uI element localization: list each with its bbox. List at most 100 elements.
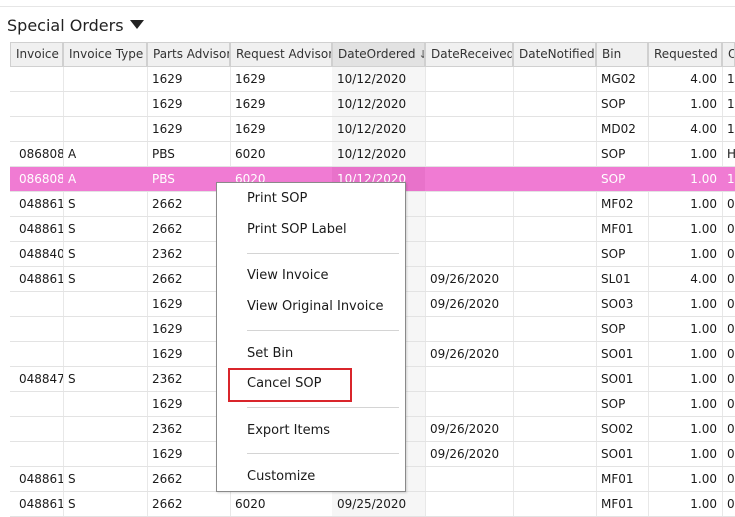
table-row[interactable]: 1629 1629 10/12/2020 SOP 1.00 1:: [10, 92, 735, 117]
cell-type: [63, 317, 147, 341]
table-row[interactable]: 1629 1629 10/12/2020 MG02 4.00 1:: [10, 67, 735, 92]
cell-ordered: 10/12/2020: [332, 92, 425, 116]
cell-parts: 1629: [152, 122, 183, 136]
cell-notified: [513, 292, 596, 316]
cell-bin: SOP: [601, 147, 626, 161]
cell-parts: PBS: [152, 147, 175, 161]
cell-bin: SO01: [601, 347, 634, 361]
cell-o: 1:: [727, 97, 735, 111]
cell-invoice: [10, 392, 63, 416]
cell-requested: 1.00: [690, 447, 717, 461]
cell-received: [425, 167, 513, 191]
cell-notified: [513, 67, 596, 91]
cell-ordered: 10/12/2020: [332, 117, 425, 141]
menu-item-set-bin[interactable]: Set Bin: [247, 346, 293, 361]
cell-notified: [513, 417, 596, 441]
column-header-label: Requested: [654, 47, 718, 61]
cell-notified: [513, 467, 596, 491]
column-header-invoice-type[interactable]: Invoice Type: [63, 42, 147, 67]
cell-type: S: [68, 247, 76, 261]
cell-received: 09/26/2020: [430, 347, 500, 361]
cell-type: S: [68, 372, 76, 386]
cell-request: 1629: [235, 97, 266, 111]
cell-o: 1:: [727, 122, 735, 136]
section-title[interactable]: Special Orders: [7, 16, 144, 35]
cell-requested: 1.00: [690, 247, 717, 261]
column-header-bin[interactable]: Bin: [596, 42, 648, 67]
column-header-label: Invoice Type: [69, 47, 144, 61]
cell-notified: [513, 242, 596, 266]
cell-notified: [513, 142, 596, 166]
cell-invoice: 048847: [19, 372, 63, 386]
menu-separator: [247, 407, 399, 408]
table-row[interactable]: 1629 1629 10/12/2020 MD02 4.00 1:: [10, 117, 735, 142]
column-header-parts-advisor[interactable]: Parts Advisor: [147, 42, 230, 67]
cell-o: 0!: [727, 322, 735, 336]
menu-item-print-sop[interactable]: Print SOP: [247, 191, 307, 206]
cell-ordered: 09/25/2020: [332, 492, 425, 516]
cell-type: [63, 117, 147, 141]
cell-o: 1:: [727, 172, 735, 186]
menu-item-view-invoice[interactable]: View Invoice: [247, 268, 328, 283]
cell-requested: 1.00: [690, 422, 717, 436]
cell-invoice: 048861: [19, 272, 63, 286]
cell-invoice: 048861: [19, 472, 63, 486]
menu-item-view-original-invoice[interactable]: View Original Invoice: [247, 299, 383, 314]
cell-requested: 4.00: [690, 72, 717, 86]
menu-item-customize[interactable]: Customize: [247, 469, 315, 484]
cell-type: [63, 292, 147, 316]
column-header-datenotified[interactable]: DateNotified: [513, 42, 596, 67]
cell-request: 1629: [235, 122, 266, 136]
cell-notified: [513, 267, 596, 291]
column-header-requested[interactable]: Requested: [648, 42, 722, 67]
cell-notified: [513, 392, 596, 416]
cell-type: [63, 342, 147, 366]
table-row[interactable]: 048861 S 2662 6020 09/25/2020 MF01 1.00 0!: [10, 492, 735, 517]
cell-bin: MF01: [601, 472, 634, 486]
menu-separator: [247, 330, 399, 331]
column-header-label: Invoice: [16, 47, 59, 61]
cell-invoice: [10, 417, 63, 441]
column-header-datereceived[interactable]: DateReceived: [425, 42, 513, 67]
cell-notified: [513, 117, 596, 141]
cell-request: 6020: [235, 147, 266, 161]
cell-invoice: [10, 442, 63, 466]
column-header-dateordered[interactable]: DateOrdered↓: [332, 42, 425, 67]
cell-invoice: [10, 317, 63, 341]
cell-requested: 1.00: [690, 197, 717, 211]
cell-bin: MG02: [601, 72, 636, 86]
cell-o: 0!: [727, 397, 735, 411]
cell-received: [425, 317, 513, 341]
section-title-label: Special Orders: [7, 16, 124, 35]
cell-o: 0!: [727, 272, 735, 286]
cell-bin: MF02: [601, 197, 634, 211]
cell-o: 0!: [727, 297, 735, 311]
column-header-label: DateNotified: [519, 47, 595, 61]
cell-ordered: 10/12/2020: [332, 67, 425, 91]
cell-o: 0!: [727, 347, 735, 361]
cell-notified: [513, 367, 596, 391]
column-header-o[interactable]: O: [722, 42, 735, 67]
menu-item-print-sop-label[interactable]: Print SOP Label: [247, 222, 347, 237]
column-header-request-advisor[interactable]: Request Advisor: [230, 42, 332, 67]
cell-received: [425, 367, 513, 391]
cell-o: H: [727, 147, 735, 161]
column-header-invoice[interactable]: Invoice: [10, 42, 63, 67]
cell-type: [63, 92, 147, 116]
column-header-label: DateOrdered: [338, 47, 416, 61]
column-header-label: Bin: [602, 47, 622, 61]
column-header-label: DateReceived: [431, 47, 513, 61]
cell-request: 6020: [235, 497, 266, 511]
cell-requested: 1.00: [690, 347, 717, 361]
cell-notified: [513, 317, 596, 341]
cell-notified: [513, 342, 596, 366]
caret-down-icon[interactable]: [129, 20, 144, 29]
table-row[interactable]: 086808 A PBS 6020 10/12/2020 SOP 1.00 H: [10, 142, 735, 167]
cell-requested: 1.00: [690, 322, 717, 336]
cell-requested: 1.00: [690, 372, 717, 386]
cell-o: 0!: [727, 447, 735, 461]
menu-item-export-items[interactable]: Export Items: [247, 423, 330, 438]
context-menu: Print SOP Print SOP Label View Invoice View…: [216, 182, 406, 492]
cell-requested: 1.00: [690, 497, 717, 511]
cell-received: [425, 117, 513, 141]
